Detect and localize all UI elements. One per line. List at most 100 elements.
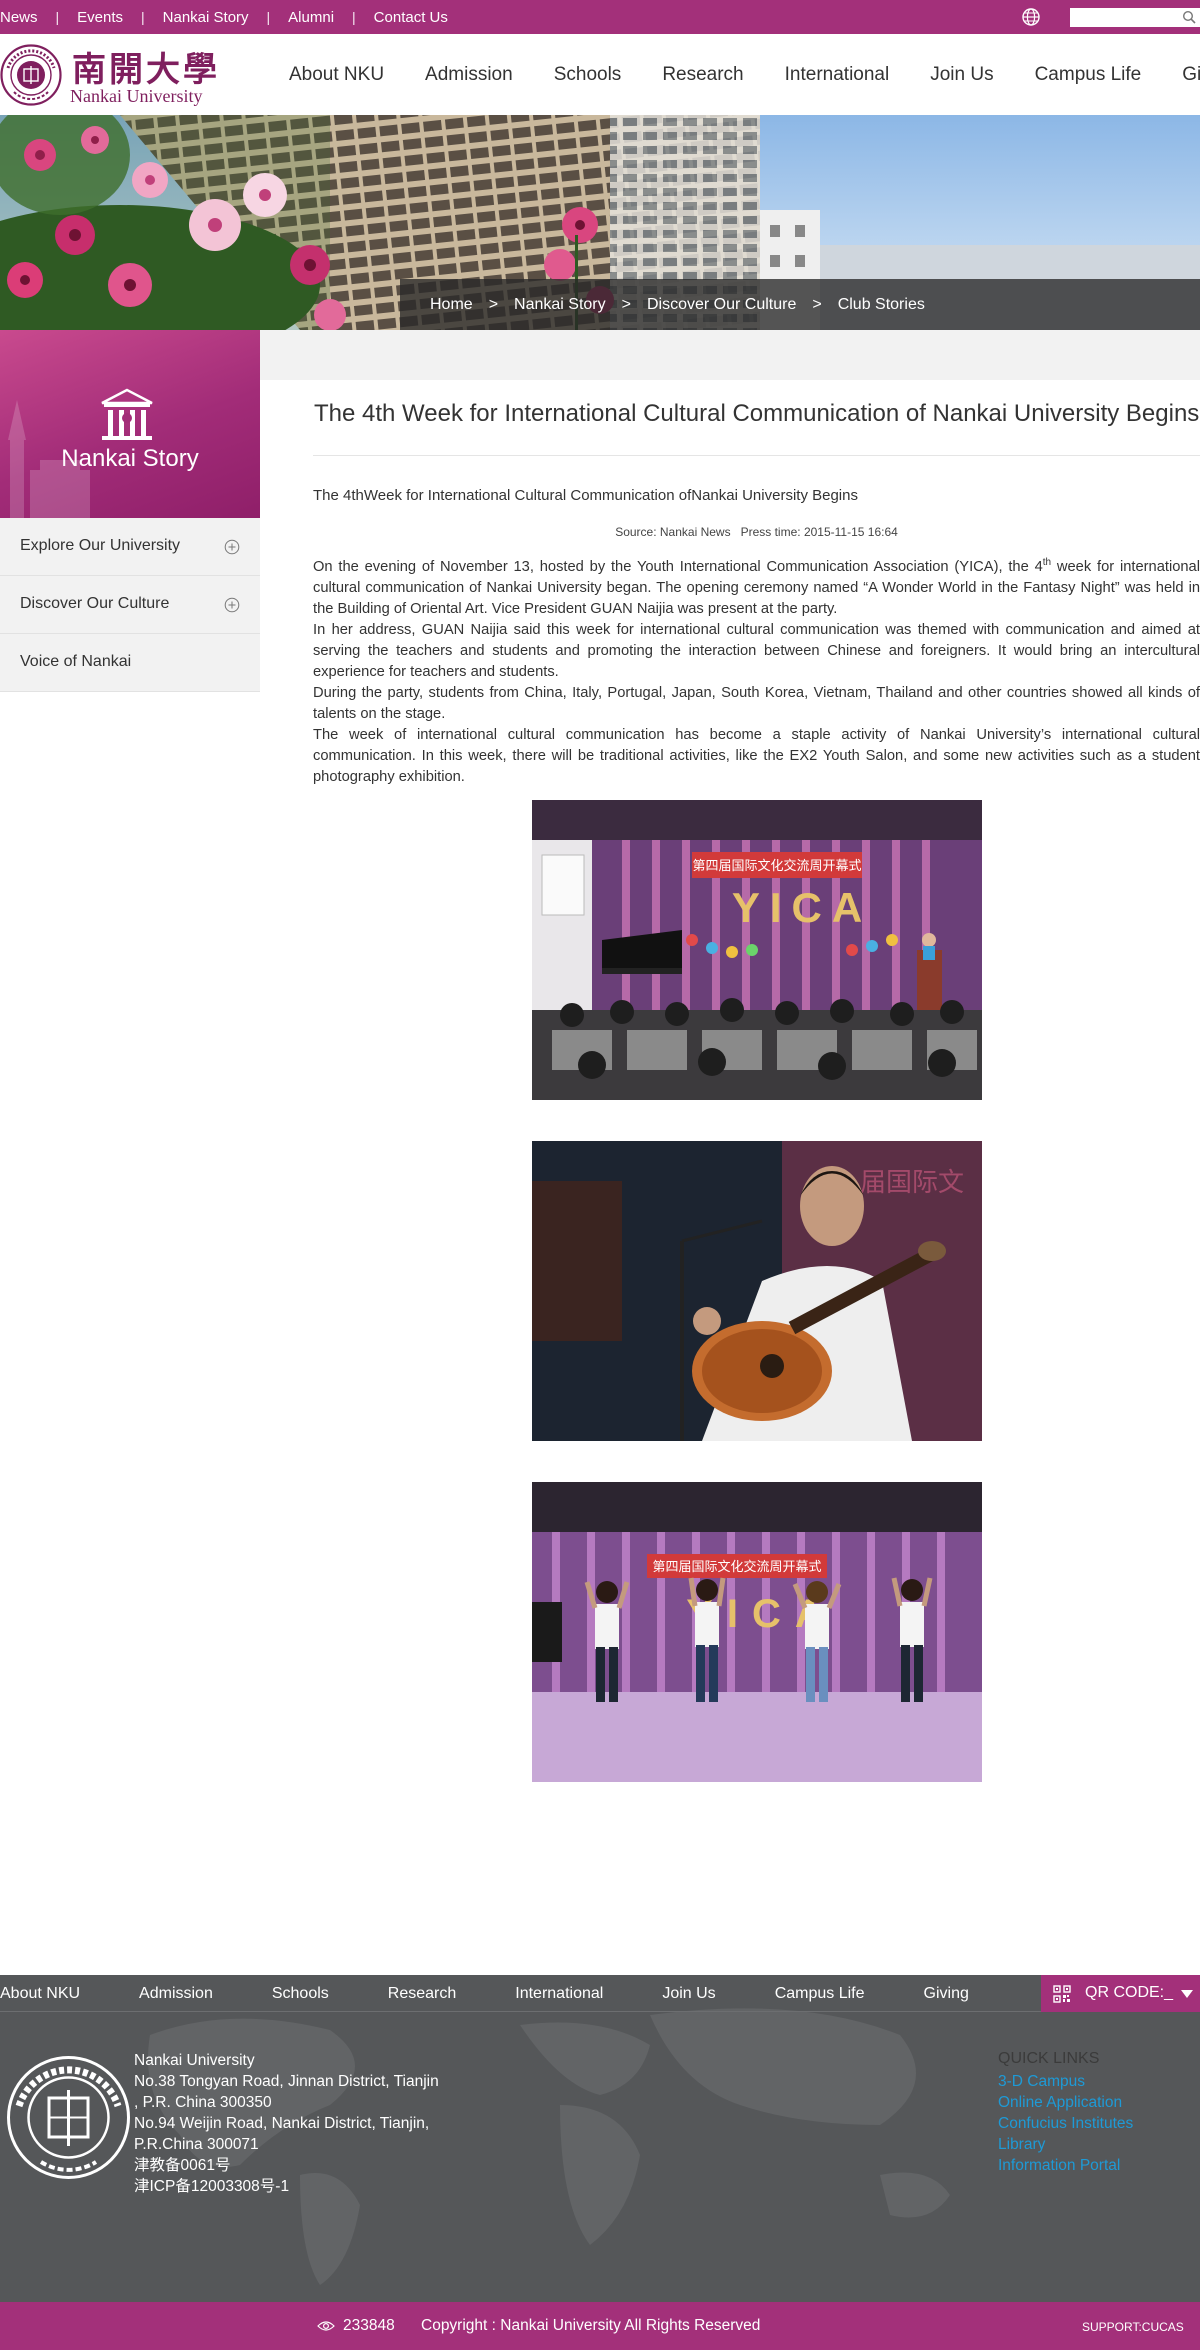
utility-link-events[interactable]: Events — [77, 9, 123, 26]
search-box — [1070, 8, 1200, 27]
quick-link-3d-campus[interactable]: 3-D Campus — [998, 2071, 1133, 2092]
quick-link-library[interactable]: Library — [998, 2134, 1133, 2155]
qr-code-label: QR CODE:_ — [1085, 1984, 1174, 2001]
article-source: Source: Nankai News — [615, 525, 731, 539]
logo-english-name: Nankai University — [70, 86, 203, 106]
breadcrumb-nankai-story[interactable]: Nankai Story — [514, 296, 606, 314]
nav-schools[interactable]: Schools — [554, 64, 622, 86]
sidebar-title: Nankai Story — [61, 445, 199, 472]
nav-international[interactable]: International — [785, 64, 890, 86]
globe-icon[interactable] — [1021, 7, 1041, 27]
photo-banner-text: 第四届国际文化交流周开幕式 — [692, 858, 861, 874]
nav-giving[interactable]: Giving — [1182, 64, 1200, 86]
search-icon[interactable] — [1182, 10, 1196, 24]
quick-link-confucius-institutes[interactable]: Confucius Institutes — [998, 2113, 1133, 2134]
sidebar-menu: Explore Our University Discover Our Cult… — [0, 518, 260, 692]
sidebar-item-label: Discover Our Culture — [20, 595, 170, 612]
article-paragraph: During the party, students from China, I… — [313, 685, 1200, 722]
breadcrumb-club-stories[interactable]: Club Stories — [838, 296, 925, 314]
content-top-strip — [260, 330, 1200, 380]
breadcrumb-home[interactable]: Home — [430, 296, 473, 314]
article-paragraph: In her address, GUAN Naijia said this we… — [313, 622, 1200, 680]
sidebar-item-voice-of-nankai[interactable]: Voice of Nankai — [0, 634, 260, 692]
article-press-time: Press time: 2015-11-15 16:64 — [740, 525, 898, 539]
utility-separator: | — [352, 9, 356, 25]
address-line: No.38 Tongyan Road, Jinnan District, Tia… — [134, 2073, 439, 2090]
breadcrumb-separator: > — [621, 295, 631, 313]
footer-nav-join-us[interactable]: Join Us — [662, 1985, 715, 2003]
nav-campus-life[interactable]: Campus Life — [1035, 64, 1142, 86]
nav-research[interactable]: Research — [662, 64, 743, 86]
sidebar-item-label: Explore Our University — [20, 537, 181, 554]
article-title: The 4th Week for International Cultural … — [314, 400, 1200, 427]
sidebar-item-explore-our-university[interactable]: Explore Our University — [0, 518, 260, 576]
icp-record: 津教备0061号 — [134, 2157, 231, 2174]
breadcrumb-separator: > — [812, 295, 822, 313]
breadcrumb: Home > Nankai Story > Discover Our Cultu… — [400, 279, 1200, 330]
footer-nav-admission[interactable]: Admission — [139, 1985, 213, 2003]
sidebar-header-art — [8, 388, 153, 518]
logo-chinese-name: 南開大學 — [72, 50, 220, 90]
breadcrumb-discover-our-culture[interactable]: Discover Our Culture — [647, 296, 796, 314]
footer-nav-about-nku[interactable]: About NKU — [0, 1985, 80, 2003]
utility-separator: | — [266, 9, 271, 25]
sidebar-item-discover-our-culture[interactable]: Discover Our Culture — [0, 576, 260, 634]
article-body: On the evening of November 13, hosted by… — [313, 557, 1200, 788]
footer-nav-research[interactable]: Research — [388, 1985, 456, 2003]
copyright-text: Copyright : Nankai University All Rights… — [421, 2317, 761, 2334]
caret-down-icon — [1181, 1990, 1193, 1998]
article-photo-dancers: 第四届国际文化交流周开幕式 YICA — [532, 1482, 982, 1782]
site-header: 南開大學 Nankai University About NKU Admissi… — [0, 34, 1200, 115]
quick-link-online-application[interactable]: Online Application — [998, 2092, 1133, 2113]
utility-link-alumni[interactable]: Alumni — [288, 9, 334, 26]
nav-admission[interactable]: Admission — [425, 64, 513, 86]
address-line: Nankai University — [134, 2052, 255, 2069]
utility-link-news[interactable]: News — [0, 9, 38, 26]
address-line: P.R.China 300071 — [134, 2136, 259, 2153]
main-navigation: About NKU Admission Schools Research Int… — [289, 34, 1200, 115]
site-footer: About NKU Admission Schools Research Int… — [0, 1975, 1200, 2302]
quick-links-title: QUICK LINKS — [998, 2050, 1100, 2067]
footer-address: Nankai University No.38 Tongyan Road, Ji… — [134, 2050, 439, 2197]
support-credit[interactable]: SUPPORT:CUCAS — [1082, 2320, 1184, 2334]
footer-nav-giving[interactable]: Giving — [924, 1985, 969, 2003]
expand-plus-icon[interactable] — [224, 539, 240, 555]
visit-counter: 233848 — [343, 2317, 395, 2334]
qr-code-toggle[interactable]: QR CODE:_ — [1041, 1975, 1200, 2012]
quick-link-information-portal[interactable]: Information Portal — [998, 2155, 1133, 2176]
utility-separator: | — [55, 9, 60, 25]
expand-plus-icon[interactable] — [224, 597, 240, 613]
university-seal-icon — [7, 2056, 130, 2179]
title-divider — [313, 455, 1200, 456]
article-paragraph: The week of international cultural commu… — [313, 727, 1200, 785]
utility-link-nankai-story[interactable]: Nankai Story — [163, 9, 249, 26]
copyright-bar: 233848 Copyright : Nankai University All… — [0, 2302, 1200, 2350]
utility-links: News | Events | Nankai Story | Alumni | … — [0, 0, 448, 34]
address-line: No.94 Weijin Road, Nankai District, Tian… — [134, 2115, 430, 2132]
footer-nav-international[interactable]: International — [515, 1985, 603, 2003]
building-icon — [101, 388, 153, 440]
footer-nav-schools[interactable]: Schools — [272, 1985, 329, 2003]
quick-links: 3-D Campus Online Application Confucius … — [998, 2071, 1133, 2176]
article-paragraph: On the evening of November 13, hosted by… — [313, 557, 1200, 617]
university-logo[interactable]: 南開大學 Nankai University — [0, 42, 220, 106]
footer-nav-campus-life[interactable]: Campus Life — [775, 1985, 865, 2003]
sidebar-header: Nankai Story — [0, 330, 260, 518]
article-photo-guitarist: 届国际文 — [532, 1141, 982, 1441]
page-banner: Home > Nankai Story > Discover Our Cultu… — [0, 115, 1200, 330]
nav-about-nku[interactable]: About NKU — [289, 64, 384, 86]
top-utility-bar: News | Events | Nankai Story | Alumni | … — [0, 0, 1200, 34]
search-input[interactable] — [1070, 8, 1180, 27]
utility-separator: | — [141, 9, 145, 25]
photo-banner-text: 第四届国际文化交流周开幕式 — [652, 1559, 821, 1575]
article-meta: Source: Nankai News Press time: 2015-11-1… — [313, 525, 1200, 539]
icp-record[interactable]: 津ICP备12003308号-1 — [134, 2176, 439, 2197]
footer-navigation: About NKU Admission Schools Research Int… — [0, 1975, 1200, 2012]
university-seal-icon — [0, 44, 62, 106]
utility-link-contact-us[interactable]: Contact Us — [374, 9, 448, 26]
eye-icon — [317, 2321, 335, 2331]
address-line: , P.R. China 300350 — [134, 2094, 272, 2111]
article-subtitle: The 4thWeek for International Cultural C… — [313, 487, 858, 504]
nav-join-us[interactable]: Join Us — [930, 64, 993, 86]
photo-stage-letters: YICA — [732, 884, 872, 931]
